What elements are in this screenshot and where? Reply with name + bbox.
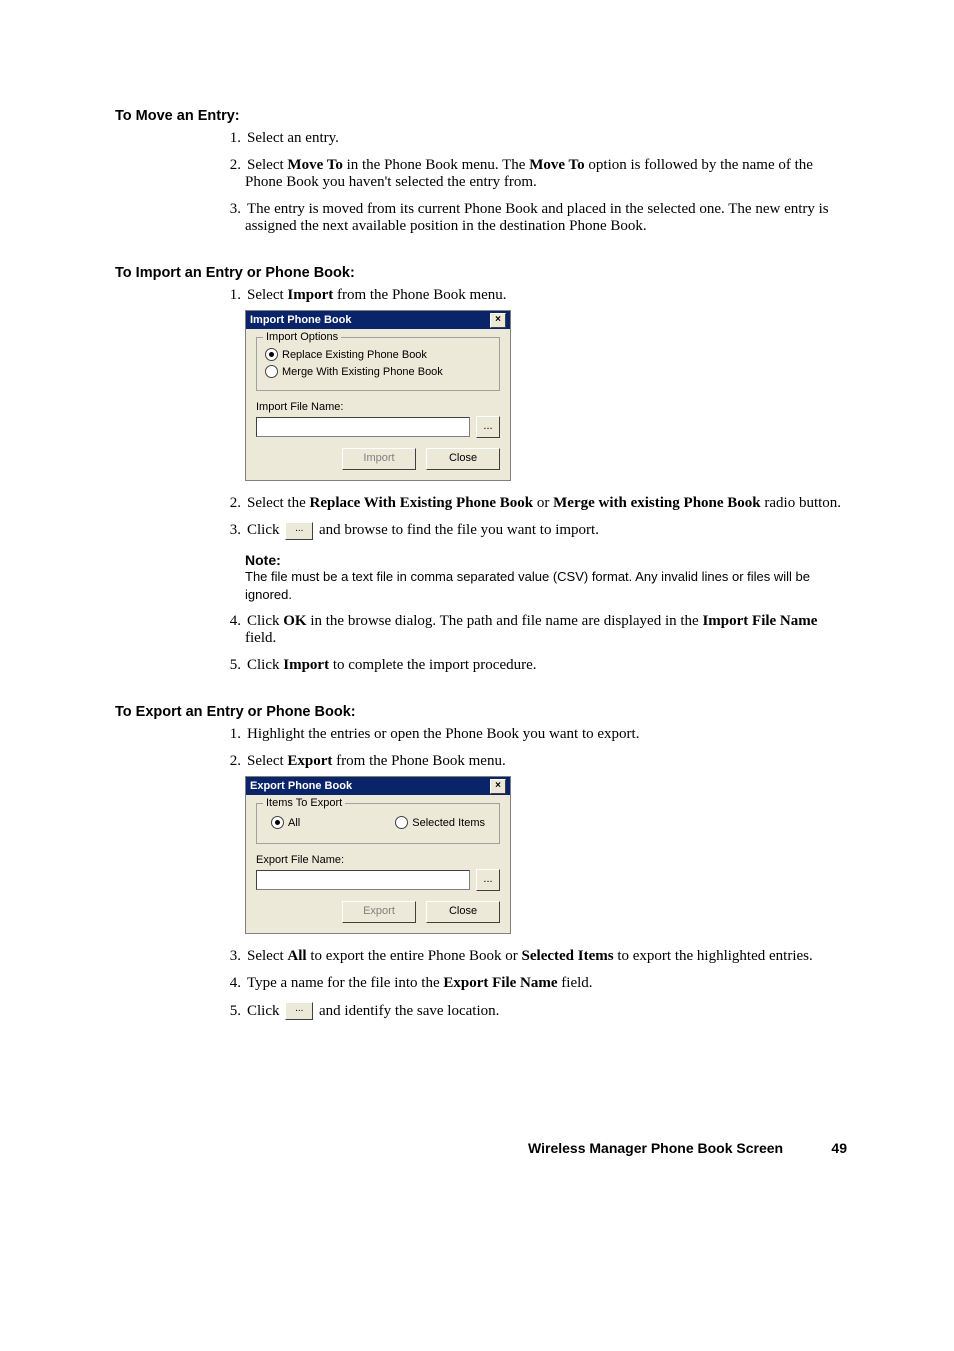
close-icon[interactable]: ×: [490, 779, 506, 794]
move-step1: Select an entry.: [247, 130, 339, 146]
import-button[interactable]: Import: [342, 448, 416, 470]
import-options-legend: Import Options: [263, 331, 341, 343]
import-step5: Click Import to complete the import proc…: [247, 657, 537, 673]
footer-title: Wireless Manager Phone Book Screen: [528, 1140, 783, 1156]
page-footer: Wireless Manager Phone Book Screen 49: [115, 1140, 847, 1156]
export-step4: Type a name for the file into the Export…: [247, 975, 593, 991]
import-file-input[interactable]: [256, 417, 470, 437]
radio-icon[interactable]: [395, 816, 408, 829]
page-number: 49: [787, 1140, 847, 1156]
export-step5: Click ... and identify the save location…: [247, 1003, 499, 1019]
export-step1: Highlight the entries or open the Phone …: [247, 726, 639, 742]
export-step2: Select Export from the Phone Book menu.: [247, 753, 506, 769]
import-dialog-titlebar: Import Phone Book ×: [246, 311, 510, 329]
close-button[interactable]: Close: [426, 448, 500, 470]
browse-button[interactable]: ...: [476, 416, 500, 438]
close-button[interactable]: Close: [426, 901, 500, 923]
move-step2: Select Move To in the Phone Book menu. T…: [245, 157, 813, 190]
radio-icon[interactable]: [265, 365, 278, 378]
export-step3: Select All to export the entire Phone Bo…: [247, 948, 813, 964]
radio-icon[interactable]: [271, 816, 284, 829]
heading-move: To Move an Entry:: [115, 108, 847, 124]
import-dialog: Import Phone Book × Import Options Repla…: [245, 310, 511, 481]
heading-import: To Import an Entry or Phone Book:: [115, 265, 847, 281]
import-options-group: Import Options Replace Existing Phone Bo…: [256, 337, 500, 391]
radio-merge[interactable]: Merge With Existing Phone Book: [265, 365, 491, 378]
import-step4: Click OK in the browse dialog. The path …: [245, 613, 817, 646]
close-icon[interactable]: ×: [490, 313, 506, 328]
browse-button[interactable]: ...: [476, 869, 500, 891]
section-import: To Import an Entry or Phone Book: 1.Sele…: [115, 265, 847, 674]
browse-icon: ...: [285, 1002, 313, 1020]
export-dialog: Export Phone Book × Items To Export All: [245, 776, 511, 934]
import-step2: Select the Replace With Existing Phone B…: [247, 495, 841, 511]
export-dialog-title: Export Phone Book: [250, 777, 352, 795]
steps-export: 1.Highlight the entries or open the Phon…: [115, 726, 847, 1020]
steps-import: 1.Select Import from the Phone Book menu…: [115, 287, 847, 674]
export-items-legend: Items To Export: [263, 797, 345, 809]
section-move: To Move an Entry: 1.Select an entry. 2.S…: [115, 108, 847, 235]
note-text: The file must be a text file in comma se…: [245, 568, 847, 603]
export-file-input[interactable]: [256, 870, 470, 890]
note-title: Note:: [245, 552, 847, 568]
import-dialog-title: Import Phone Book: [250, 311, 351, 329]
export-file-label: Export File Name:: [256, 854, 500, 866]
radio-replace[interactable]: Replace Existing Phone Book: [265, 348, 491, 361]
export-button[interactable]: Export: [342, 901, 416, 923]
export-items-group: Items To Export All Selected Items: [256, 803, 500, 844]
import-step1: Select Import from the Phone Book menu.: [247, 287, 507, 303]
move-step3: The entry is moved from its current Phon…: [245, 201, 829, 234]
heading-export: To Export an Entry or Phone Book:: [115, 704, 847, 720]
radio-all[interactable]: All: [271, 816, 300, 829]
radio-icon[interactable]: [265, 348, 278, 361]
browse-icon: ...: [285, 522, 313, 540]
steps-move: 1.Select an entry. 2.Select Move To in t…: [115, 130, 847, 235]
export-dialog-titlebar: Export Phone Book ×: [246, 777, 510, 795]
radio-selected[interactable]: Selected Items: [395, 816, 485, 829]
import-step3: Click ... and browse to find the file yo…: [247, 522, 599, 538]
note-block: Note: The file must be a text file in co…: [245, 552, 847, 603]
section-export: To Export an Entry or Phone Book: 1.High…: [115, 704, 847, 1020]
import-file-label: Import File Name:: [256, 401, 500, 413]
